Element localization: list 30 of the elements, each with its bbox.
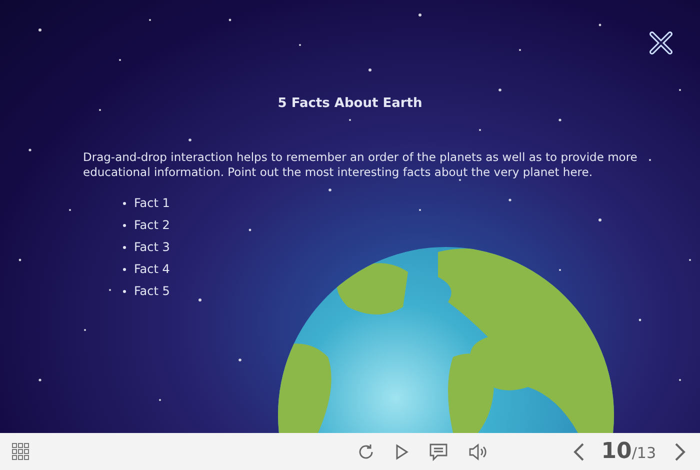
notes-button[interactable] — [428, 442, 448, 460]
play-button[interactable] — [394, 444, 409, 460]
bullet-icon — [123, 224, 126, 226]
menu-button[interactable] — [10, 442, 30, 462]
chat-icon — [428, 442, 448, 460]
bullet-icon — [123, 246, 126, 248]
slide-description: Drag-and-drop interaction helps to remember an order of the planets as well as to provide more educational information. Point out the most interesting facts about the very planet here. — [83, 150, 638, 180]
fact-item: Fact 5 — [134, 283, 170, 299]
fact-item: Fact 3 — [134, 239, 170, 255]
bullet-icon — [123, 290, 126, 292]
play-icon — [394, 444, 409, 460]
chevron-left-icon — [573, 442, 586, 462]
bullet-icon — [123, 202, 126, 204]
chevron-right-icon — [674, 442, 686, 462]
replay-icon — [356, 442, 375, 460]
grid-icon — [12, 443, 28, 460]
volume-button[interactable] — [468, 442, 487, 460]
speaker-icon — [468, 442, 487, 460]
fact-item: Fact 4 — [134, 261, 170, 277]
next-button[interactable] — [674, 442, 686, 462]
slide-title: 5 Facts About Earth — [276, 96, 424, 112]
fact-item: Fact 1 — [134, 195, 170, 211]
close-icon — [649, 31, 673, 55]
previous-button[interactable] — [573, 442, 586, 462]
bullet-icon — [123, 268, 126, 270]
current-slide-number: 10 — [601, 438, 632, 464]
replay-button[interactable] — [356, 442, 375, 460]
close-button[interactable] — [648, 30, 674, 56]
total-slides: /13 — [632, 442, 656, 464]
fact-item: Fact 2 — [134, 217, 170, 233]
